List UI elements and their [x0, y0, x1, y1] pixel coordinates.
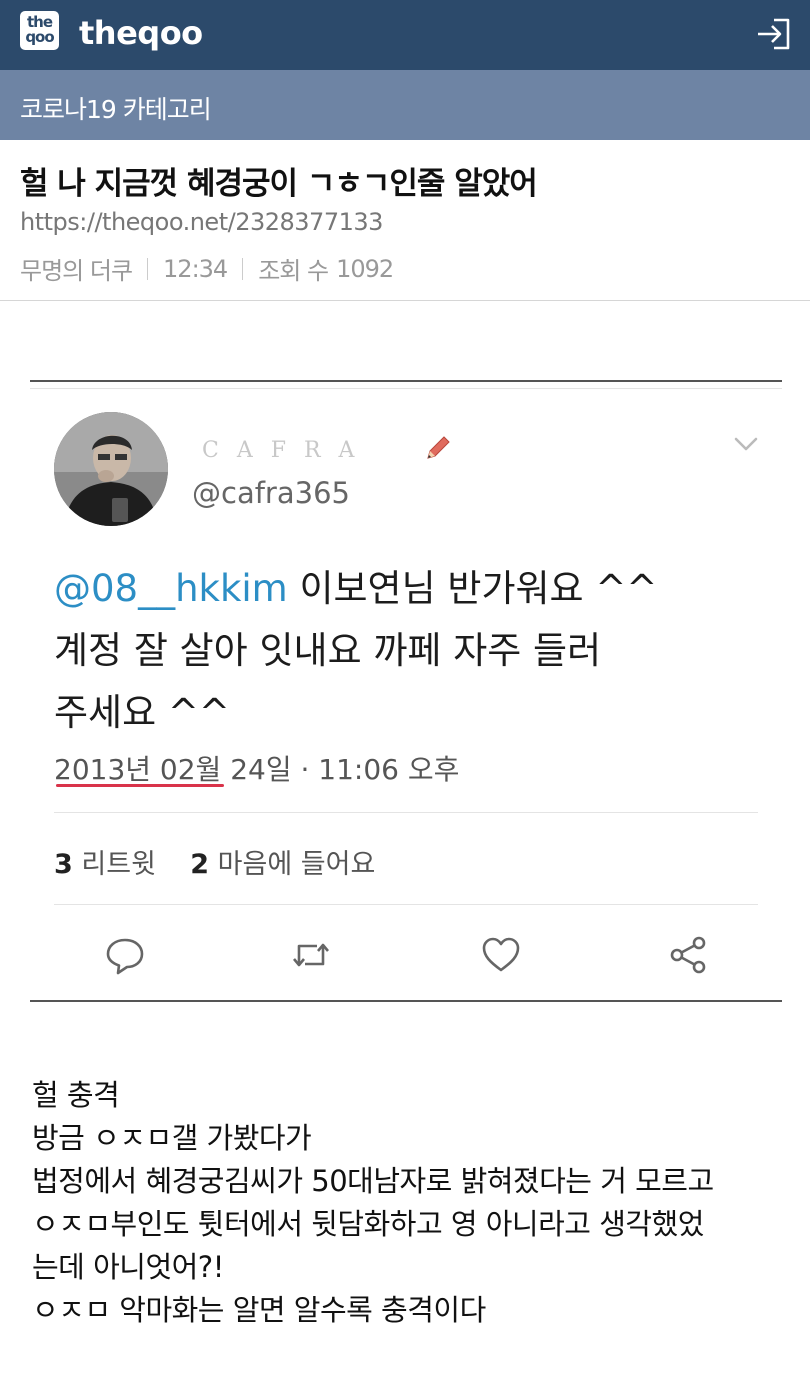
post-title: 헐 나 지금껏 혜경궁이 ㄱㅎㄱ인줄 알았어	[20, 166, 538, 202]
views-label: 조회 수	[258, 257, 329, 285]
like-label: 마음에 들어요	[217, 849, 376, 880]
tweet-stats: 3 리트윗 2 마음에 들어요	[54, 842, 375, 881]
login-icon	[758, 18, 790, 50]
views-count: 1092	[336, 254, 394, 283]
post-time: 12:34	[163, 254, 228, 283]
post-author: 무명의 더쿠	[20, 257, 133, 285]
tweet-handle: @cafra365	[192, 476, 350, 510]
site-logo[interactable]: the qoo	[20, 11, 59, 50]
tweet-divider	[54, 812, 758, 813]
chevron-down-icon	[734, 437, 758, 451]
retweet-count: 3	[54, 849, 73, 880]
avatar-photo	[54, 412, 168, 526]
category-label[interactable]: 코로나19 카테고리	[20, 90, 212, 126]
tweet-date: 2013년 02월 24일 · 11:06 오후	[54, 753, 460, 786]
tweet-screenshot: CAFRA @cafra365 @08__hkkim 이보연님 반가워요 ^^ …	[30, 380, 782, 1002]
pencil-icon	[427, 436, 450, 459]
post-header: 헐 나 지금껏 혜경궁이 ㄱㅎㄱ인줄 알았어 https://theqoo.ne…	[0, 140, 810, 301]
tweet-line-1: @08__hkkim 이보연님 반가워요 ^^	[54, 558, 774, 620]
meta-divider	[242, 257, 244, 280]
share-icon	[670, 936, 706, 974]
tweet-text: @08__hkkim 이보연님 반가워요 ^^ 계정 잘 살아 잇내요 까페 자…	[54, 558, 774, 744]
heart-icon	[482, 937, 520, 972]
post-body: 헐 충격 방금 ㅇㅈㅁ갤 가봤다가 법정에서 혜경궁김씨가 50대남자로 밝혀졌…	[32, 1074, 792, 1332]
reply-icon	[106, 938, 144, 975]
body-line: 는데 아니엇어?!	[32, 1250, 224, 1284]
tweet-line-3: 주세요 ^^	[54, 691, 230, 734]
site-brand[interactable]: theqoo	[79, 14, 203, 52]
tweet-top-line	[30, 388, 782, 389]
tweet-card: CAFRA @cafra365 @08__hkkim 이보연님 반가워요 ^^ …	[30, 382, 782, 1000]
body-line: 헐 충격	[32, 1078, 120, 1112]
post-url[interactable]: https://theqoo.net/2328377133	[20, 208, 383, 236]
logo-text-line2: qoo	[25, 28, 54, 46]
retweet-label: 리트윗	[81, 849, 156, 880]
date-underline	[56, 784, 224, 787]
body-line: ㅇㅈㅁ부인도 튓터에서 뒷담화하고 영 아니라고 생각했었	[32, 1207, 704, 1241]
body-line: ㅇㅈㅁ 악마화는 알면 알수록 충격이다	[32, 1293, 486, 1327]
tweet-display-name: CAFRA	[202, 438, 373, 463]
tweet-divider	[54, 904, 758, 905]
meta-divider	[147, 257, 149, 280]
avatar	[54, 412, 168, 526]
tweet-mention: @08__hkkim	[54, 567, 288, 610]
post-meta: 무명의 더쿠 12:34 조회 수 1092	[20, 251, 394, 286]
retweet-icon	[293, 943, 329, 967]
category-bar[interactable]: 코로나19 카테고리	[0, 70, 810, 140]
tweet-line-2: 계정 잘 살아 잇내요 까페 자주 들러	[54, 629, 602, 672]
like-count: 2	[190, 849, 210, 880]
tweet-line-1-text: 이보연님 반가워요 ^^	[287, 567, 658, 610]
body-line: 법정에서 혜경궁김씨가 50대남자로 밝혀졌다는 거 모르고	[32, 1164, 714, 1198]
body-line: 방금 ㅇㅈㅁ갤 가봤다가	[32, 1121, 312, 1155]
top-bar: the qoo theqoo	[0, 0, 810, 70]
login-button[interactable]	[752, 14, 794, 54]
